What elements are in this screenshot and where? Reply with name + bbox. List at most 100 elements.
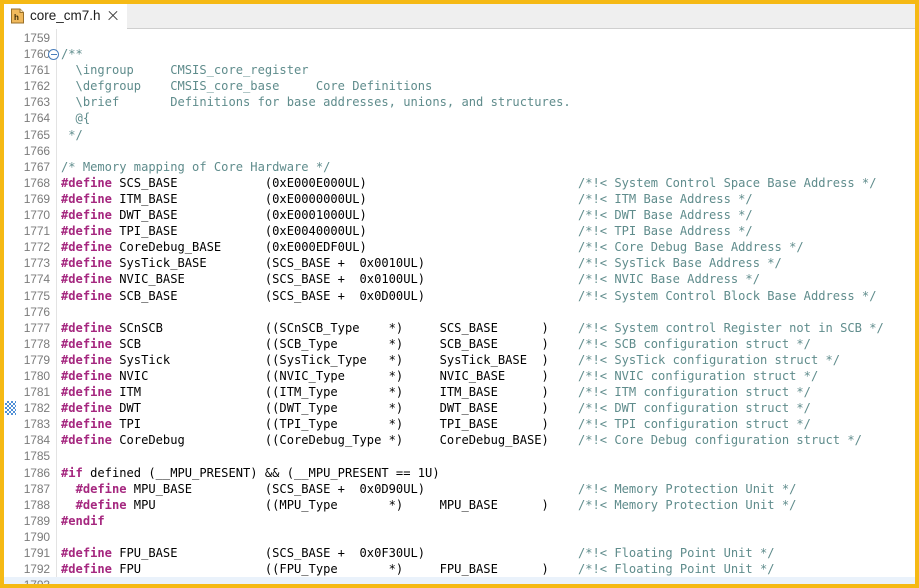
line-number: 1785 <box>23 449 50 464</box>
code-token-comment: /*!< Memory Protection Unit */ <box>577 481 797 496</box>
code-token-comment: /*!< ITM Base Address */ <box>577 191 753 206</box>
code-line[interactable]: 1783 #define TPI ((TPI_Type *) TPI_BASE )… <box>4 416 915 432</box>
fold-collapse-icon[interactable] <box>48 49 59 61</box>
code-line[interactable]: 1780 #define NVIC ((NVIC_Type *) NVIC_BAS… <box>4 368 915 384</box>
line-number: 1761 <box>23 63 50 78</box>
code-line[interactable]: 1764 @{ <box>4 110 915 126</box>
code-text: #define ITM ((ITM_Type *) ITM_BASE ) /*!… <box>61 384 811 400</box>
code-line[interactable]: 1786 #if defined (__MPU_PRESENT) && (__MP… <box>4 465 915 481</box>
code-line[interactable]: 1787 #define MPU_BASE (SCS_BASE + 0x0D90… <box>4 481 915 497</box>
code-text: #define SCB ((SCB_Type *) SCB_BASE ) /*!… <box>61 336 811 352</box>
code-line[interactable]: 1778 #define SCB ((SCB_Type *) SCB_BASE )… <box>4 336 915 352</box>
line-number: 1769 <box>23 191 50 206</box>
code-text: \defgroup CMSIS_core_base Core Definitio… <box>61 78 433 94</box>
code-token-comment: @{ <box>61 111 91 126</box>
code-line[interactable]: 1773 #define SysTick_BASE (SCS_BASE + 0x0… <box>4 255 915 271</box>
code-token-plain: FPU_BASE (SCS_BASE + 0x0F30UL) <box>111 546 578 560</box>
code-line[interactable]: 1775 #define SCB_BASE (SCS_BASE + 0x0D00U… <box>4 288 915 304</box>
code-line[interactable]: 1759 <box>4 30 915 46</box>
line-number: 1778 <box>23 336 50 351</box>
code-line[interactable]: 1768 #define SCS_BASE (0xE000E000UL) /*!<… <box>4 175 915 191</box>
code-token-comment: /*!< System Control Space Base Address *… <box>577 175 877 190</box>
code-token-comment: /*!< SysTick Base Address */ <box>577 256 782 271</box>
code-line[interactable]: 1763 \brief Definitions for base address… <box>4 94 915 110</box>
line-number: 1783 <box>23 417 50 432</box>
line-number: 1763 <box>23 95 50 110</box>
code-line[interactable]: 1771 #define TPI_BASE (0xE0040000UL) /*!<… <box>4 223 915 239</box>
code-text: #define MPU ((MPU_Type *) MPU_BASE ) /*!… <box>61 497 797 513</box>
code-token-pp: #define <box>61 256 112 271</box>
code-token-pp: #define <box>61 320 112 335</box>
code-line[interactable]: 1782 #define DWT ((DWT_Type *) DWT_BASE )… <box>4 400 915 416</box>
code-text: #define TPI ((TPI_Type *) TPI_BASE ) /*!… <box>61 416 811 432</box>
code-line[interactable]: 1772 #define CoreDebug_BASE (0xE000EDF0UL… <box>4 239 915 255</box>
code-line[interactable]: 1781 #define ITM ((ITM_Type *) ITM_BASE )… <box>4 384 915 400</box>
code-line[interactable]: 1789 #endif <box>4 513 915 529</box>
code-token-plain: defined (__MPU_PRESENT) && (__MPU_PRESEN… <box>82 465 440 480</box>
line-number: 1776 <box>23 304 50 319</box>
code-token-comment: /* Memory mapping of Core Hardware */ <box>61 159 331 174</box>
code-line[interactable]: 1790 <box>4 529 915 545</box>
line-number: 1772 <box>23 240 50 255</box>
line-number: 1765 <box>23 127 50 142</box>
code-token-plain: SCnSCB ((SCnSCB_Type *) SCS_BASE ) <box>111 320 578 335</box>
code-text: #define SCB_BASE (SCS_BASE + 0x0D00UL) /… <box>61 288 877 304</box>
code-line[interactable]: 1760 /** <box>4 46 915 62</box>
code-token-comment: /*!< Floating Point Unit */ <box>577 546 775 560</box>
code-token-pp: #define <box>61 562 112 577</box>
code-editor-area[interactable]: 1759 1760/** 1761 \ingroup CMSIS_core_regi… <box>4 29 915 584</box>
code-text: @{ <box>61 110 91 126</box>
close-icon[interactable] <box>106 9 120 23</box>
code-line[interactable]: 1792 #define FPU ((FPU_Type *) FPU_BASE )… <box>4 561 915 577</box>
code-text: #define DWT_BASE (0xE0001000UL) /*!< DWT… <box>61 207 753 223</box>
code-token-comment: /*!< NVIC Base Address */ <box>577 272 760 287</box>
line-number: 1764 <box>23 111 50 126</box>
line-number: 1782 <box>23 401 50 416</box>
code-line[interactable]: 1766 <box>4 143 915 159</box>
code-line[interactable]: 1761 \ingroup CMSIS_core_register <box>4 62 915 78</box>
code-token-plain: TPI_BASE (0xE0040000UL) <box>111 224 578 239</box>
editor-tab-core-cm7-h[interactable]: h core_cm7.h <box>4 4 127 29</box>
line-number: 1779 <box>23 352 50 367</box>
code-line[interactable]: 1777 #define SCnSCB ((SCnSCB_Type *) SCS_… <box>4 320 915 336</box>
code-token-plain: CoreDebug_BASE (0xE000EDF0UL) <box>111 240 578 255</box>
code-line[interactable]: 1779 #define SysTick ((SysTick_Type *) Sy… <box>4 352 915 368</box>
code-line[interactable]: 1791 #define FPU_BASE (SCS_BASE + 0x0F30U… <box>4 545 915 561</box>
code-token-comment: \brief Definitions for base addresses, u… <box>61 95 571 110</box>
line-number: 1768 <box>23 175 50 190</box>
code-token-plain: SCB ((SCB_Type *) SCB_BASE ) <box>111 336 578 351</box>
line-number: 1766 <box>23 143 50 158</box>
code-text: /** <box>61 46 83 62</box>
code-token-pp: #define <box>61 224 112 239</box>
code-line[interactable]: 1770 #define DWT_BASE (0xE0001000UL) /*!<… <box>4 207 915 223</box>
code-text: #define SCnSCB ((SCnSCB_Type *) SCS_BASE… <box>61 320 884 336</box>
code-token-pp: #define <box>61 240 112 255</box>
code-token-plain: NVIC_BASE (SCS_BASE + 0x0100UL) <box>111 272 578 287</box>
code-token-comment: */ <box>61 127 83 142</box>
code-line[interactable]: 1762 \defgroup CMSIS_core_base Core Defi… <box>4 78 915 94</box>
code-token-plain: SysTick_BASE (SCS_BASE + 0x0010UL) <box>111 256 578 271</box>
code-line[interactable]: 1774 #define NVIC_BASE (SCS_BASE + 0x0100… <box>4 271 915 287</box>
code-text: #define CoreDebug_BASE (0xE000EDF0UL) /*… <box>61 239 804 255</box>
line-number: 1759 <box>23 31 50 45</box>
code-line[interactable]: 1776 <box>4 304 915 320</box>
code-line[interactable]: 1765 */ <box>4 127 915 143</box>
code-token-comment: /*!< Memory Protection Unit */ <box>577 497 797 512</box>
code-line[interactable]: 1793 <box>4 577 915 584</box>
code-line[interactable]: 1769 #define ITM_BASE (0xE0000000UL) /*!<… <box>4 191 915 207</box>
code-token-comment: /*!< TPI configuration struct */ <box>577 417 811 432</box>
code-text: #if defined (__MPU_PRESENT) && (__MPU_PR… <box>61 465 440 481</box>
code-token-plain: MPU_BASE (SCS_BASE + 0x0D90UL) <box>126 481 578 496</box>
code-line[interactable]: 1788 #define MPU ((MPU_Type *) MPU_BASE … <box>4 497 915 513</box>
code-text: #define DWT ((DWT_Type *) DWT_BASE ) /*!… <box>61 400 811 416</box>
code-text: #define SCS_BASE (0xE000E000UL) /*!< Sys… <box>61 175 877 191</box>
line-number: 1780 <box>23 368 50 383</box>
code-text: #define NVIC_BASE (SCS_BASE + 0x0100UL) … <box>61 271 760 287</box>
code-line[interactable]: 1784 #define CoreDebug ((CoreDebug_Type *… <box>4 432 915 448</box>
code-line[interactable]: 1767 /* Memory mapping of Core Hardware *… <box>4 159 915 175</box>
code-line[interactable]: 1785 <box>4 448 915 464</box>
code-token-plain: ITM_BASE (0xE0000000UL) <box>111 191 578 206</box>
code-text: #endif <box>61 513 105 529</box>
code-token-plain: ITM ((ITM_Type *) ITM_BASE ) <box>111 385 578 400</box>
